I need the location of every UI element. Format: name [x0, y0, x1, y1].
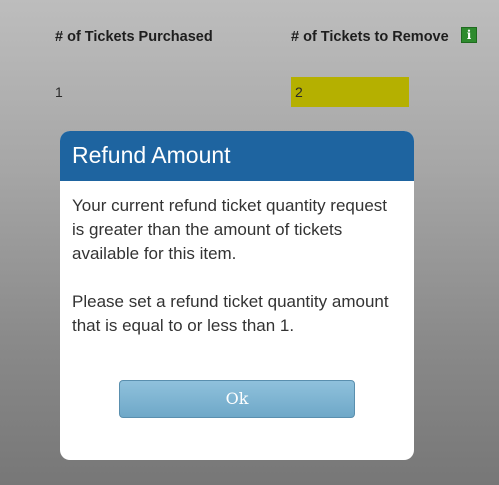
tickets-to-remove-input[interactable]: 2 [291, 77, 409, 107]
tickets-purchased-value: 1 [55, 84, 63, 100]
column-header-tickets-to-remove: # of Tickets to Remove [291, 29, 449, 45]
info-icon[interactable]: i [461, 27, 477, 43]
refund-amount-dialog: Refund Amount Your current refund ticket… [60, 131, 414, 460]
dialog-title: Refund Amount [60, 131, 414, 181]
dialog-message-quantity-exceeded: Your current refund ticket quantity requ… [72, 196, 387, 263]
dialog-message-instruction: Please set a refund ticket quantity amou… [72, 292, 389, 335]
ok-button[interactable]: Ok [119, 380, 355, 418]
dialog-body: Your current refund ticket quantity requ… [60, 181, 414, 338]
column-header-tickets-purchased: # of Tickets Purchased [55, 29, 213, 45]
